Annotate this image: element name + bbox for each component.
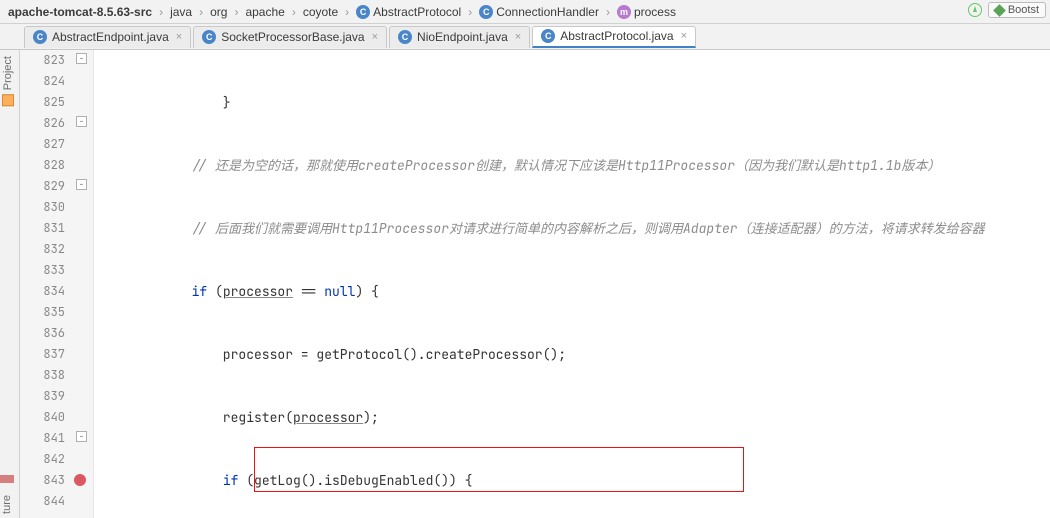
line-number: 832 — [20, 239, 65, 260]
close-icon[interactable]: × — [176, 31, 182, 43]
close-icon[interactable]: × — [515, 31, 521, 43]
structure-tool-button[interactable]: ture — [1, 495, 13, 514]
fold-icon[interactable]: - — [76, 179, 87, 190]
navigate-icon[interactable] — [968, 3, 982, 17]
tab-abstract-endpoint[interactable]: AbstractEndpoint.java × — [24, 26, 191, 48]
run-config-button[interactable]: Bootst — [988, 2, 1046, 18]
project-tool-label: Project — [2, 56, 14, 90]
chevron-right-icon: › — [156, 5, 166, 19]
breadcrumb-bar: apache-tomcat-8.5.63-src › java › org › … — [0, 0, 1050, 24]
project-icon — [2, 94, 14, 106]
crumb-method[interactable]: process — [615, 5, 678, 19]
class-icon — [33, 30, 47, 44]
crumb-org[interactable]: org — [208, 5, 229, 19]
class-icon — [398, 30, 412, 44]
editor: 823 824 825 826 827 828 829 830 831 832 … — [20, 50, 1050, 518]
chevron-right-icon: › — [603, 5, 613, 19]
line-number: 838 — [20, 365, 65, 386]
run-config-label: Bootst — [1008, 4, 1039, 16]
chevron-right-icon: › — [342, 5, 352, 19]
crumb-java[interactable]: java — [168, 5, 194, 19]
line-number: 836 — [20, 323, 65, 344]
line-number: 840 — [20, 407, 65, 428]
code-line: if (getLog().isDebugEnabled()) { — [94, 470, 1050, 491]
tab-label: AbstractProtocol.java — [560, 29, 673, 43]
line-number: 831 — [20, 218, 65, 239]
line-number: 833 — [20, 260, 65, 281]
line-number: 843 — [20, 470, 65, 491]
line-number: 841 — [20, 428, 65, 449]
crumb-method-label: process — [634, 5, 676, 19]
side-tool-stripe: Project ture — [0, 50, 20, 518]
line-number: 839 — [20, 386, 65, 407]
method-icon — [617, 5, 631, 19]
line-number: 827 — [20, 134, 65, 155]
line-number: 823 — [20, 50, 65, 71]
breakpoint-icon[interactable] — [74, 474, 86, 486]
crumb-coyote[interactable]: coyote — [301, 5, 340, 19]
class-icon — [541, 29, 555, 43]
crumb-root[interactable]: apache-tomcat-8.5.63-src — [6, 5, 154, 19]
editor-gutter[interactable]: 823 824 825 826 827 828 829 830 831 832 … — [20, 50, 94, 518]
code-line: processor = getProtocol().createProcesso… — [94, 344, 1050, 365]
tab-label: AbstractEndpoint.java — [52, 30, 169, 44]
error-stripe — [0, 475, 14, 483]
code-line: if (processor == null) { — [94, 281, 1050, 302]
tab-abstract-protocol[interactable]: AbstractProtocol.java × — [532, 26, 696, 48]
line-number: 829 — [20, 176, 65, 197]
tab-label: SocketProcessorBase.java — [221, 30, 364, 44]
chevron-right-icon: › — [289, 5, 299, 19]
line-number: 834 — [20, 281, 65, 302]
fold-icon[interactable]: - — [76, 53, 87, 64]
class-icon — [356, 5, 370, 19]
fold-icon[interactable]: - — [76, 431, 87, 442]
crumb-class2-label: ConnectionHandler — [496, 5, 599, 19]
fold-icon[interactable]: - — [76, 116, 87, 127]
tab-nio-endpoint[interactable]: NioEndpoint.java × — [389, 26, 530, 48]
line-number: 837 — [20, 344, 65, 365]
line-number: 825 — [20, 92, 65, 113]
close-icon[interactable]: × — [681, 30, 687, 42]
code-area[interactable]: } // 还是为空的话，那就使用createProcessor创建，默认情况下应… — [94, 50, 1050, 518]
toolbar-right: Bootst — [968, 2, 1046, 18]
class-icon — [202, 30, 216, 44]
line-number: 826 — [20, 113, 65, 134]
chevron-right-icon: › — [231, 5, 241, 19]
chevron-right-icon: › — [465, 5, 475, 19]
crumb-class1[interactable]: AbstractProtocol — [354, 5, 463, 19]
editor-tabs: AbstractEndpoint.java × SocketProcessorB… — [0, 24, 1050, 50]
line-number: 828 — [20, 155, 65, 176]
code-line: // 后面我们就需要调用Http11Processor对请求进行简单的内容解析之… — [94, 218, 1050, 239]
line-number: 830 — [20, 197, 65, 218]
class-icon — [479, 5, 493, 19]
line-number: 844 — [20, 491, 65, 512]
code-line: register(processor); — [94, 407, 1050, 428]
line-number: 835 — [20, 302, 65, 323]
tab-label: NioEndpoint.java — [417, 30, 508, 44]
code-line: } — [94, 92, 1050, 113]
project-tool-button[interactable]: Project — [0, 50, 16, 112]
crumb-class2[interactable]: ConnectionHandler — [477, 5, 601, 19]
tab-socket-processor-base[interactable]: SocketProcessorBase.java × — [193, 26, 387, 48]
chevron-right-icon: › — [196, 5, 206, 19]
crumb-class1-label: AbstractProtocol — [373, 5, 461, 19]
close-icon[interactable]: × — [372, 31, 378, 43]
crumb-apache[interactable]: apache — [243, 5, 286, 19]
line-number: 824 — [20, 71, 65, 92]
line-number: 842 — [20, 449, 65, 470]
code-line: // 还是为空的话，那就使用createProcessor创建，默认情况下应该是… — [94, 155, 1050, 176]
